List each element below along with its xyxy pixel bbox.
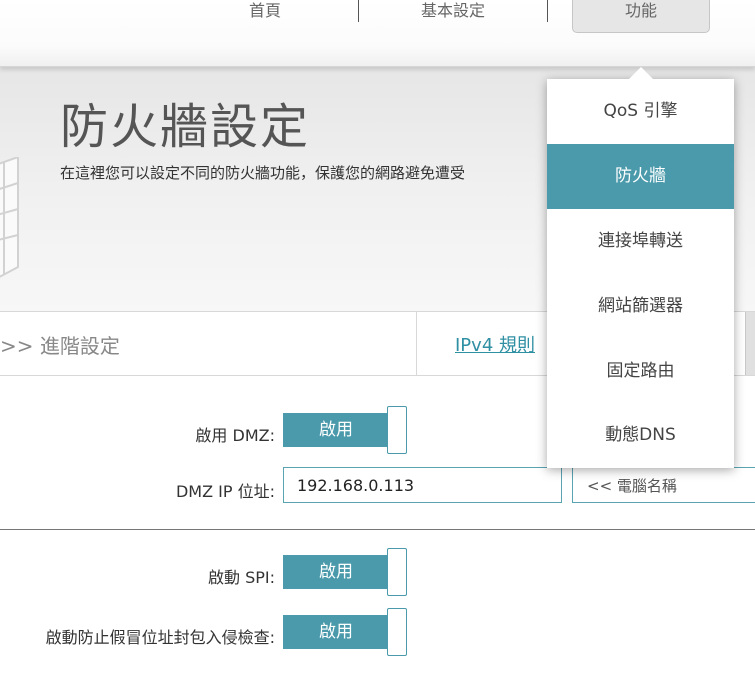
computer-name-select[interactable]: << 電腦名稱 — [572, 467, 755, 503]
toggle-knob[interactable] — [387, 548, 407, 596]
nav-basic-settings[interactable]: 基本設定 — [358, 0, 548, 22]
toggle-knob[interactable] — [387, 608, 407, 656]
features-dropdown-menu: QoS 引擎 防火牆 連接埠轉送 網站篩選器 固定路由 動態DNS — [547, 79, 734, 468]
ipv4-rules-link[interactable]: IPv4 規則 — [455, 331, 535, 357]
dmz-toggle-on-label: 啟用 — [283, 413, 389, 447]
menu-item-firewall[interactable]: 防火牆 — [547, 144, 734, 209]
menu-item-dynamic-dns[interactable]: 動態DNS — [547, 403, 734, 468]
dropdown-caret — [629, 67, 653, 79]
dmz-ip-input[interactable]: 192.168.0.113 — [283, 467, 562, 503]
anti-spoof-label: 啟動防止假冒位址封包入侵檢查: — [45, 628, 275, 647]
section-divider — [0, 529, 755, 530]
menu-item-website-filter[interactable]: 網站篩選器 — [547, 274, 734, 339]
tab-next[interactable] — [745, 312, 755, 375]
page-description: 在這裡您可以設定不同的防火牆功能，保護您的網路避免遭受 — [60, 164, 466, 182]
page-title: 防火牆設定 — [60, 99, 311, 155]
advanced-settings-link[interactable]: >> 進階設定 — [0, 330, 120, 359]
toggle-knob[interactable] — [387, 406, 407, 454]
nav-home[interactable]: 首頁 — [200, 0, 330, 22]
menu-item-static-route[interactable]: 固定路由 — [547, 339, 734, 404]
dmz-ip-label: DMZ IP 位址: — [175, 482, 275, 501]
tab-ipv4-rules[interactable]: IPv4 規則 — [416, 312, 567, 375]
top-navigation: 首頁 基本設定 功能 — [0, 0, 755, 67]
anti-spoof-toggle-on-label: 啟用 — [283, 615, 389, 649]
dmz-toggle[interactable]: 啟用 — [283, 406, 407, 454]
spi-toggle[interactable]: 啟用 — [283, 548, 407, 596]
spi-toggle-on-label: 啟用 — [283, 555, 389, 589]
spi-enable-label: 啟動 SPI: — [207, 568, 275, 587]
router-illustration-icon — [0, 157, 19, 278]
menu-item-port-forwarding[interactable]: 連接埠轉送 — [547, 209, 734, 274]
dmz-enable-label: 啟用 DMZ: — [195, 426, 275, 445]
anti-spoof-toggle[interactable]: 啟用 — [283, 608, 407, 656]
menu-item-qos[interactable]: QoS 引擎 — [547, 79, 734, 144]
nav-features[interactable]: 功能 — [572, 0, 710, 33]
